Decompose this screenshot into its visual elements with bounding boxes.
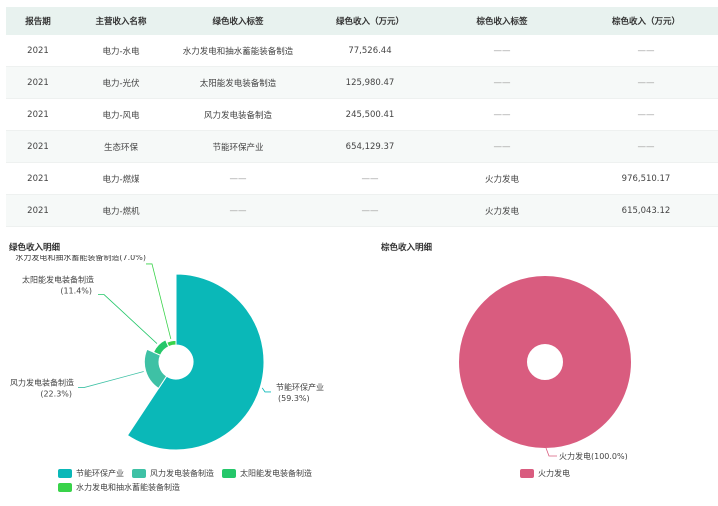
table-cell: 生态环保	[70, 130, 172, 163]
legend-label: 风力发电装备制造	[150, 468, 214, 478]
column-header: 绿色收入（万元）	[304, 7, 436, 35]
table-cell: ——	[172, 194, 304, 227]
legend-label: 火力发电	[538, 468, 570, 478]
table-cell: 2021	[6, 66, 70, 99]
table-cell: 电力-风电	[70, 98, 172, 131]
label-leader-line	[545, 447, 557, 457]
table-cell: 2021	[6, 194, 70, 227]
table-cell: 2021	[6, 130, 70, 163]
slice-percent: (59.3%)	[278, 394, 310, 403]
brown-section-title: 棕色收入明细	[381, 243, 433, 253]
column-header: 报告期	[6, 7, 70, 35]
slice-label: 火力发电(100.0%)	[559, 451, 628, 460]
table-cell: 风力发电装备制造	[172, 98, 304, 131]
table-row: 2021 生态环保 节能环保产业 654,129.37 —— ——	[6, 130, 718, 163]
table-cell: ——	[436, 35, 568, 67]
table-cell: ——	[304, 162, 436, 195]
pie-slice	[166, 339, 177, 348]
green-chart-legend: 节能环保产业 风力发电装备制造 太阳能发电装备制造水力发电和抽水蓄能装备制造	[58, 466, 338, 494]
table-cell: 245,500.41	[304, 98, 436, 131]
table-cell: 电力-水电	[70, 35, 172, 67]
table-cell: 125,980.47	[304, 66, 436, 99]
slice-label: 太阳能发电装备制造	[22, 275, 94, 285]
green-income-rose-chart: 节能环保产业 (59.3%) 风力发电装备制造 (22.3%) 太阳能发电装备制造 (11…	[10, 255, 324, 451]
table-header-row: 报告期 主营收入名称 绿色收入标签 绿色收入（万元） 棕色收入标签 棕色收入（万元）	[6, 7, 718, 35]
slice-label: 节能环保产业	[276, 382, 324, 392]
table-cell: 火力发电	[436, 162, 568, 195]
table-cell: ——	[568, 98, 718, 131]
table-cell: ——	[436, 98, 568, 131]
legend-swatch	[520, 468, 534, 478]
table-row: 2021 电力-光伏 太阳能发电装备制造 125,980.47 —— ——	[6, 66, 718, 99]
income-table-container: 报告期 主营收入名称 绿色收入标签 绿色收入（万元） 棕色收入标签 棕色收入（万元） 20…	[6, 7, 718, 227]
green-section-title: 绿色收入明细	[9, 243, 61, 253]
income-table: 报告期 主营收入名称 绿色收入标签 绿色收入（万元） 棕色收入标签 棕色收入（万元） 20…	[6, 7, 718, 227]
legend-swatch	[132, 468, 146, 478]
legend-item[interactable]: 风力发电装备制造	[132, 466, 214, 480]
legend-label: 太阳能发电装备制造	[240, 468, 312, 478]
table-row: 2021 电力-水电 水力发电和抽水蓄能装备制造 77,526.44 —— ——	[6, 35, 718, 67]
column-header: 棕色收入（万元）	[568, 7, 718, 35]
table-cell: 654,129.37	[304, 130, 436, 163]
table-cell: 水力发电和抽水蓄能装备制造	[172, 35, 304, 67]
pie-slice	[459, 276, 631, 448]
table-cell: 太阳能发电装备制造	[172, 66, 304, 99]
legend-swatch	[58, 482, 72, 492]
legend-swatch	[58, 468, 72, 478]
table-cell: ——	[436, 66, 568, 99]
slice-percent: (22.3%)	[40, 390, 72, 399]
column-header: 绿色收入标签	[172, 7, 304, 35]
column-header: 棕色收入标签	[436, 7, 568, 35]
slice-label: 水力发电和抽水蓄能装备制造(7.0%)	[15, 255, 146, 262]
legend-item[interactable]: 火力发电	[520, 466, 570, 480]
table-cell: ——	[568, 130, 718, 163]
table-cell: ——	[568, 35, 718, 67]
label-leader-line	[146, 263, 172, 340]
legend-item[interactable]: 节能环保产业	[58, 466, 124, 480]
label-leader-line	[261, 387, 271, 393]
table-cell: 火力发电	[436, 194, 568, 227]
table-cell: 电力-燃机	[70, 194, 172, 227]
slice-percent: (11.4%)	[60, 287, 92, 296]
table-row: 2021 电力-燃机 —— —— 火力发电 615,043.12	[6, 194, 718, 227]
table-cell: 77,526.44	[304, 35, 436, 67]
brown-chart-legend: 火力发电	[520, 466, 640, 480]
table-cell: 电力-燃煤	[70, 162, 172, 195]
legend-label: 节能环保产业	[76, 468, 124, 478]
legend-item[interactable]: 水力发电和抽水蓄能装备制造	[58, 480, 180, 494]
table-cell: 615,043.12	[568, 194, 718, 227]
table-cell: 节能环保产业	[172, 130, 304, 163]
legend-label: 水力发电和抽水蓄能装备制造	[76, 482, 180, 492]
label-leader-line	[78, 371, 144, 388]
table-cell: 2021	[6, 98, 70, 131]
table-cell: 电力-光伏	[70, 66, 172, 99]
column-header: 主营收入名称	[70, 7, 172, 35]
table-row: 2021 电力-燃煤 —— —— 火力发电 976,510.17	[6, 162, 718, 195]
table-cell: ——	[304, 194, 436, 227]
brown-income-donut-chart: 火力发电(100.0%)	[459, 276, 631, 460]
slice-label: 风力发电装备制造	[10, 378, 74, 388]
label-leader-line	[98, 294, 158, 344]
table-cell: ——	[172, 162, 304, 195]
table-body: 2021 电力-水电 水力发电和抽水蓄能装备制造 77,526.44 —— —— 2021 电…	[6, 35, 718, 227]
table-cell: 2021	[6, 162, 70, 195]
table-row: 2021 电力-风电 风力发电装备制造 245,500.41 —— ——	[6, 98, 718, 131]
legend-swatch	[222, 468, 236, 478]
table-cell: ——	[568, 66, 718, 99]
table-cell: ——	[436, 130, 568, 163]
legend-item[interactable]: 太阳能发电装备制造	[222, 466, 312, 480]
table-cell: 976,510.17	[568, 162, 718, 195]
table-cell: 2021	[6, 35, 70, 67]
